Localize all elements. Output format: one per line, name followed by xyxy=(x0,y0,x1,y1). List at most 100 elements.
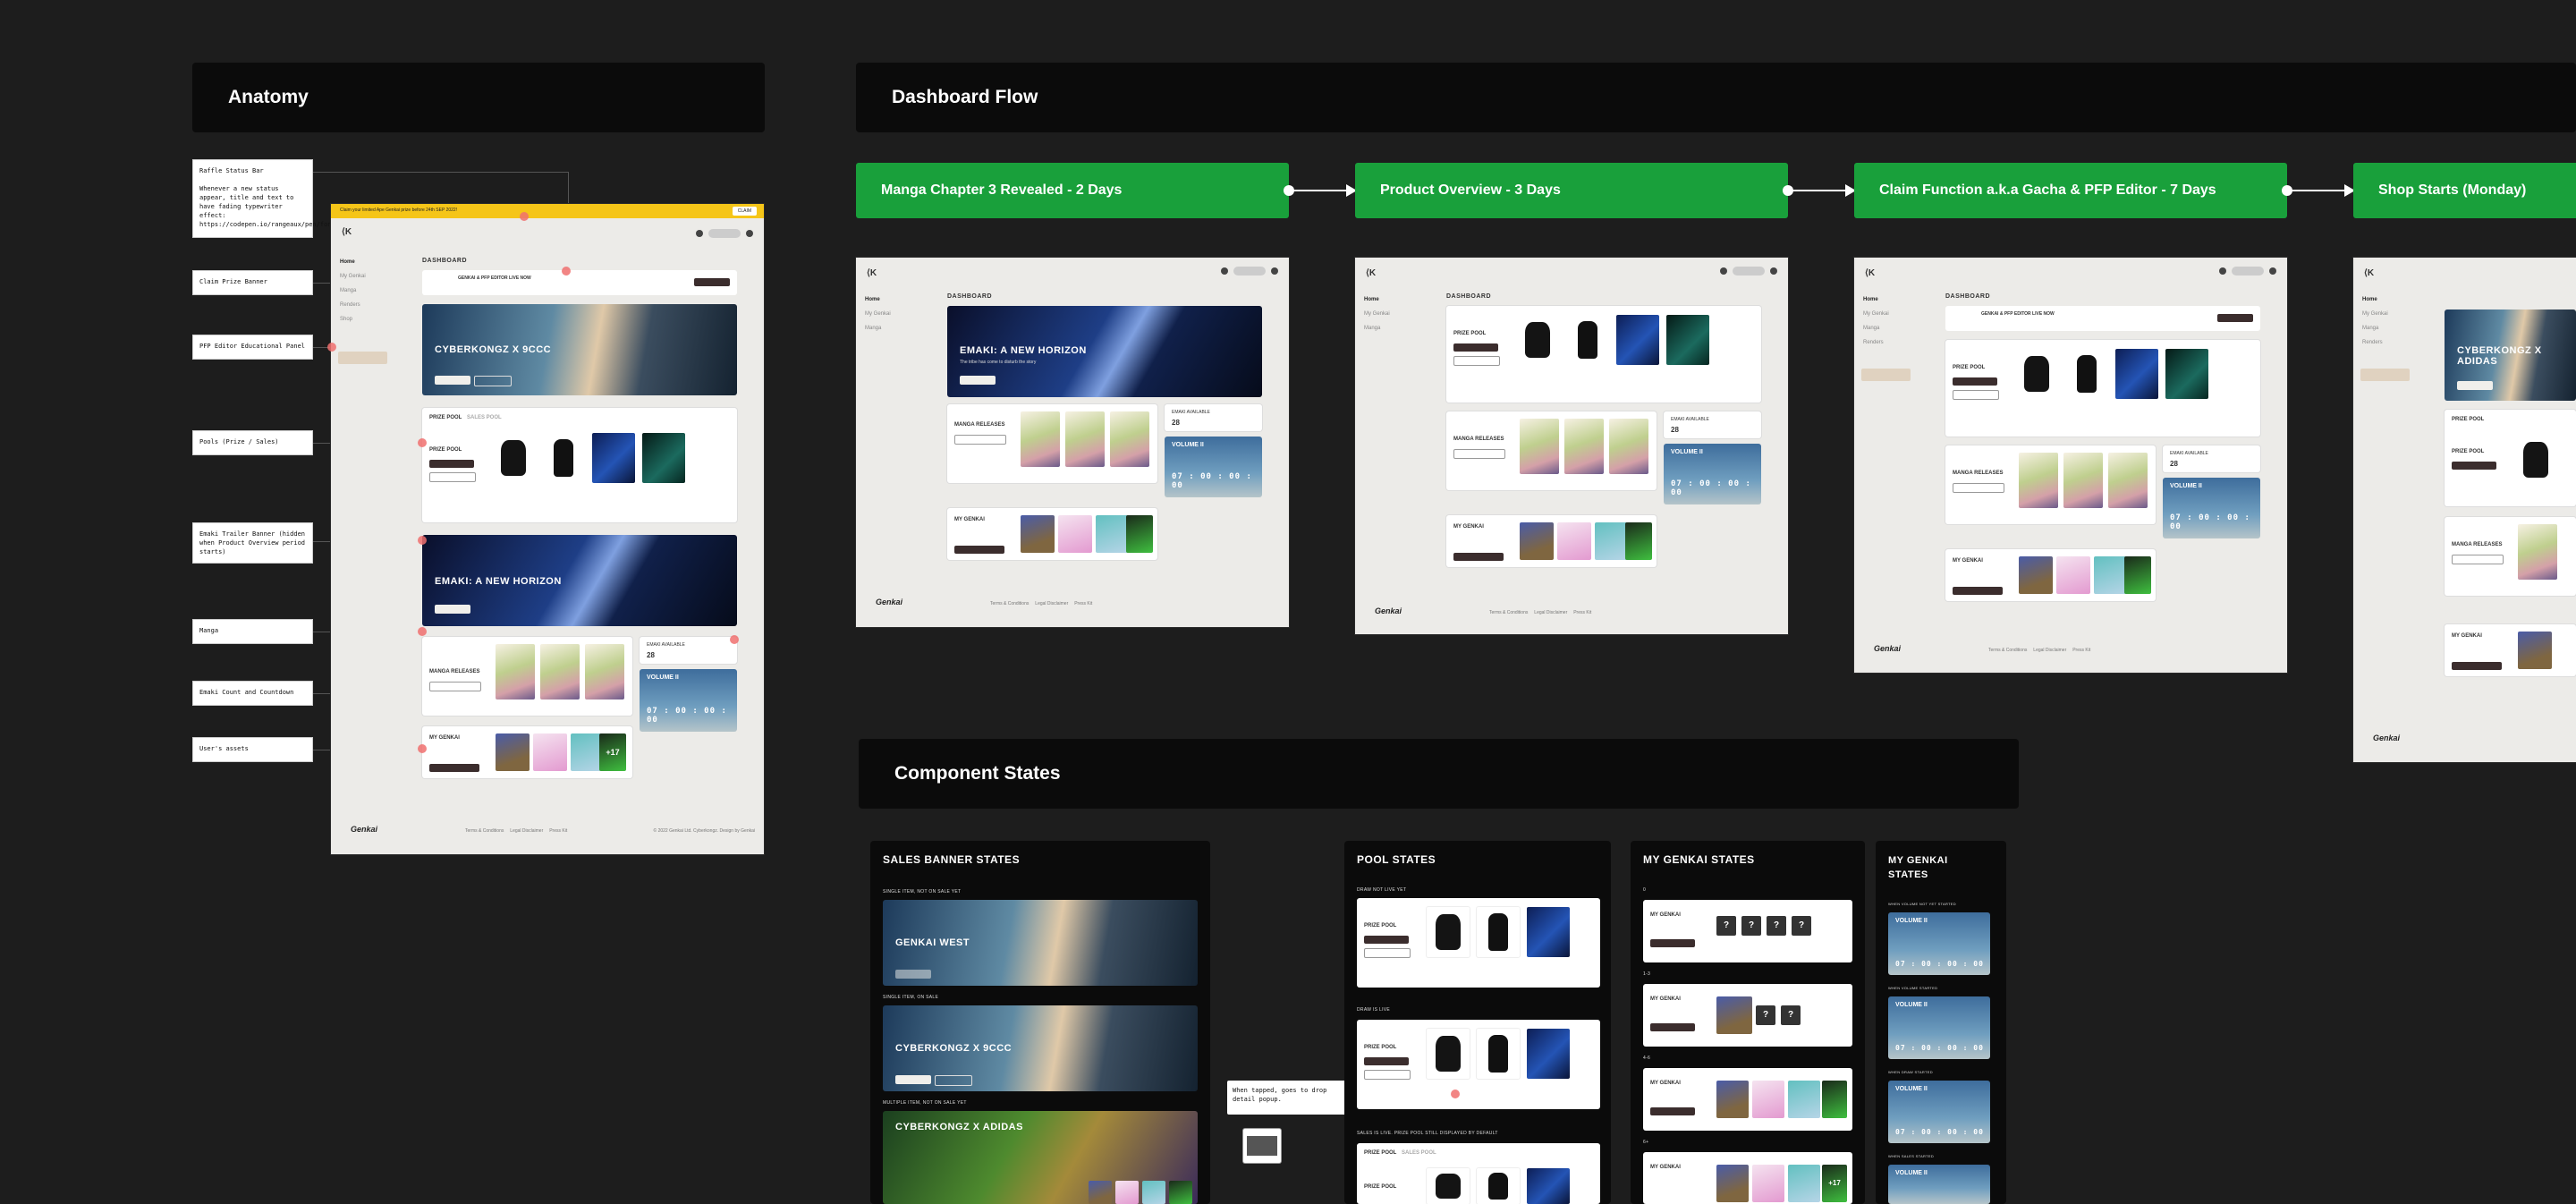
volume-countdown-card[interactable]: VOLUME II 07 : 00 : 00 : 00 xyxy=(1664,444,1761,504)
genkai-nft[interactable] xyxy=(1520,522,1554,560)
pool-tab-prize[interactable]: PRIZE POOL xyxy=(2452,417,2484,422)
genkai-nft[interactable] xyxy=(1752,1081,1784,1118)
pool-item-vest[interactable] xyxy=(1477,1168,1520,1204)
emaki-trailer-banner[interactable]: EMAKI: A NEW HORIZON xyxy=(422,535,737,626)
nav-my-genkai[interactable]: My Genkai xyxy=(1863,311,1926,317)
footer-links[interactable]: Terms & Conditions Legal Disclaimer Pres… xyxy=(1489,610,1591,615)
notify-button[interactable] xyxy=(895,970,931,979)
claim-now-button[interactable] xyxy=(1364,1057,1409,1065)
genkai-nft[interactable] xyxy=(1557,522,1591,560)
sales-banner-state-3[interactable]: CYBERKONGZ X ADIDAS xyxy=(883,1111,1198,1204)
view-manga-button[interactable] xyxy=(1953,483,2004,493)
pool-item-hyper[interactable] xyxy=(1666,315,1709,365)
manga-cover-2[interactable] xyxy=(1564,419,1604,474)
genkai-nft[interactable] xyxy=(2019,556,2053,594)
nav-manga[interactable]: Manga xyxy=(1364,326,1427,331)
sales-banner-state-1[interactable]: GENKAI WEST xyxy=(883,900,1198,986)
pool-tab-sales[interactable]: SALES POOL xyxy=(467,415,502,420)
pool-item-vest[interactable] xyxy=(2065,349,2108,399)
pool-item-hoodie[interactable] xyxy=(2015,349,2058,399)
watch-trailer-button[interactable] xyxy=(1953,390,1999,400)
pool-item-phantom[interactable] xyxy=(592,433,635,483)
pool-item-hoodie[interactable] xyxy=(492,433,535,483)
pool-item-hyper[interactable] xyxy=(642,433,685,483)
nav-manga[interactable]: Manga xyxy=(865,326,928,331)
pool-item-phantom[interactable] xyxy=(1527,907,1570,957)
learn-more-button[interactable] xyxy=(2457,381,2493,390)
claim-prize-thumb[interactable] xyxy=(2360,369,2410,381)
watch-trailer-button[interactable] xyxy=(935,1075,972,1086)
footer-links[interactable]: Terms & Conditions Legal Disclaimer Pres… xyxy=(1988,648,2090,653)
volume-state-4[interactable]: VOLUME II xyxy=(1888,1165,1990,1204)
watch-trailer-button[interactable] xyxy=(1364,1070,1411,1080)
volume-state-2[interactable]: VOLUME II 07 : 00 : 00 : 00 xyxy=(1888,996,1990,1059)
pool-item-vest[interactable] xyxy=(1477,907,1520,957)
nav-manga[interactable]: Manga xyxy=(340,288,402,293)
nav-renders[interactable]: Renders xyxy=(1863,340,1926,345)
manga-cover-2[interactable] xyxy=(540,644,580,700)
genkai-logo[interactable]: ⟨K xyxy=(342,227,352,237)
genkai-nft[interactable] xyxy=(1716,1165,1749,1202)
nav-home[interactable]: Home xyxy=(1863,297,1926,302)
nav-home[interactable]: Home xyxy=(2362,297,2425,302)
grid-icon[interactable] xyxy=(1271,267,1278,275)
grid-icon[interactable] xyxy=(746,230,753,237)
pool-item-phantom[interactable] xyxy=(1527,1029,1570,1079)
watch-trailer-button[interactable] xyxy=(474,376,512,386)
volume-countdown-card[interactable]: VOLUME II 07 : 00 : 00 : 00 xyxy=(1165,437,1262,497)
nav-home[interactable]: Home xyxy=(1364,297,1427,302)
drop-thumb[interactable] xyxy=(1089,1181,1112,1204)
nav-renders[interactable]: Renders xyxy=(2362,340,2425,345)
pool-item-vest[interactable] xyxy=(1566,315,1609,365)
pool-item-vest[interactable] xyxy=(542,433,585,483)
nav-home[interactable]: Home xyxy=(340,259,402,265)
genkai-nft[interactable] xyxy=(496,733,530,771)
view-manga-button[interactable] xyxy=(954,435,1006,445)
view-button[interactable] xyxy=(429,764,479,772)
grid-icon[interactable] xyxy=(1770,267,1777,275)
pool-item-phantom[interactable] xyxy=(1616,315,1659,365)
footer-links[interactable]: Terms & Conditions Legal Disclaimer Pres… xyxy=(990,601,1092,606)
manga-cover-3[interactable] xyxy=(585,644,624,700)
genkai-nft[interactable] xyxy=(533,733,567,771)
volume-state-1[interactable]: VOLUME II 07 : 00 : 00 : 00 xyxy=(1888,912,1990,975)
genkai-nft[interactable] xyxy=(1716,996,1752,1034)
pool-item-phantom[interactable] xyxy=(1527,1168,1570,1204)
watch-trailer-button[interactable] xyxy=(960,376,996,385)
genkai-logo[interactable]: ⟨K xyxy=(2364,268,2374,278)
pool-tab-sales[interactable]: SALES POOL xyxy=(1402,1150,1436,1156)
genkai-nft[interactable] xyxy=(1752,1165,1784,1202)
cyberkongz-9ccc-banner[interactable]: CYBERKONGZ X 9CCC xyxy=(422,304,737,395)
watch-trailer-button[interactable] xyxy=(435,605,470,614)
view-manga-button[interactable] xyxy=(2452,555,2504,564)
genkai-nft[interactable] xyxy=(1788,1081,1820,1118)
volume-countdown-card[interactable]: VOLUME II 07 : 00 : 00 : 00 xyxy=(2163,478,2260,538)
bell-icon[interactable] xyxy=(696,230,703,237)
bell-icon[interactable] xyxy=(2219,267,2226,275)
manga-cover-1[interactable] xyxy=(2518,524,2557,580)
footer-links[interactable]: Terms & Conditions Legal Disclaimer Pres… xyxy=(465,828,567,834)
genkai-logo[interactable]: ⟨K xyxy=(867,268,877,278)
pool-tab-prize[interactable]: PRIZE POOL xyxy=(1364,1150,1396,1156)
pool-item-vest[interactable] xyxy=(1477,1029,1520,1079)
wallet-pill[interactable] xyxy=(1233,267,1266,276)
manga-cover-1[interactable] xyxy=(1021,411,1060,467)
pool-item-hoodie[interactable] xyxy=(1427,1029,1470,1079)
genkai-nft[interactable] xyxy=(1716,1081,1749,1118)
manga-cover-1[interactable] xyxy=(1520,419,1559,474)
view-button[interactable] xyxy=(1650,1107,1695,1115)
learn-more-button[interactable] xyxy=(895,1075,931,1084)
volume-countdown-card[interactable]: VOLUME II 07 : 00 : 00 : 00 xyxy=(640,669,737,732)
bell-icon[interactable] xyxy=(1221,267,1228,275)
bell-icon[interactable] xyxy=(1720,267,1727,275)
wallet-pill[interactable] xyxy=(2232,267,2264,276)
nav-manga[interactable]: Manga xyxy=(1863,326,1926,331)
view-button[interactable] xyxy=(1453,553,1504,561)
genkai-nft[interactable] xyxy=(2056,556,2090,594)
watch-trailer-button[interactable] xyxy=(429,460,474,468)
pool-item-hoodie[interactable] xyxy=(1427,1168,1470,1204)
genkai-nft[interactable] xyxy=(1096,515,1130,553)
genkai-nft[interactable] xyxy=(2094,556,2128,594)
nav-my-genkai[interactable]: My Genkai xyxy=(865,311,928,317)
drop-detail-preview[interactable] xyxy=(1243,1129,1281,1163)
